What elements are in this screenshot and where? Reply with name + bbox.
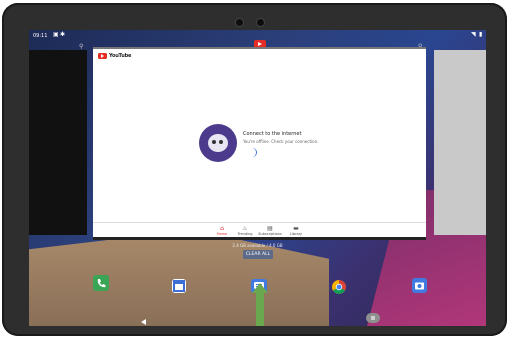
offline-subtitle: You're offline. Check your connection. [243,139,319,144]
youtube-logo: YouTube [98,52,131,60]
phone-icon[interactable] [93,275,109,291]
recent-app-card-right[interactable] [434,50,486,235]
tab-library[interactable]: ▬ Library [281,225,311,236]
wifi-icon: ◥ [471,31,476,38]
swipe-up-arrow [252,283,268,293]
chrome-icon[interactable] [331,279,347,295]
battery-icon: ▮ [479,31,483,38]
status-time: 09:11 [33,33,48,39]
offline-title: Connect to the internet [243,131,302,137]
lock-icon[interactable]: ⚲ [79,43,83,50]
library-icon: ▬ [293,225,299,232]
settings-icon: ✱ [60,31,66,38]
loading-spinner [250,148,257,157]
calendar-icon[interactable] [172,279,186,293]
tablet-device: 09:11 ▣ ✱ ◥ ▮ ⚲ ⚲ YouTube Connect to the… [2,3,507,336]
sensor [256,18,265,27]
app-card-bar [93,237,426,240]
youtube-app-card[interactable]: YouTube Connect to the internet You're o… [93,47,426,239]
offline-mascot-icon [199,124,237,162]
recent-app-card-left[interactable] [29,50,87,235]
swipe-up-arrow-stem [256,293,264,326]
back-icon[interactable] [141,310,147,326]
front-camera [235,18,244,27]
youtube-play-icon [98,53,107,59]
camera-icon[interactable] [412,278,427,293]
screen: 09:11 ▣ ✱ ◥ ▮ ⚲ ⚲ YouTube Connect to the… [29,30,486,326]
clear-all-button[interactable]: CLEAR ALL [243,250,273,259]
recents-icon[interactable] [366,308,380,326]
storage-info: 2.4 GB available / 4.0 GB [232,243,283,248]
youtube-wordmark: YouTube [109,53,132,59]
notification-icon: ▣ [53,31,59,38]
